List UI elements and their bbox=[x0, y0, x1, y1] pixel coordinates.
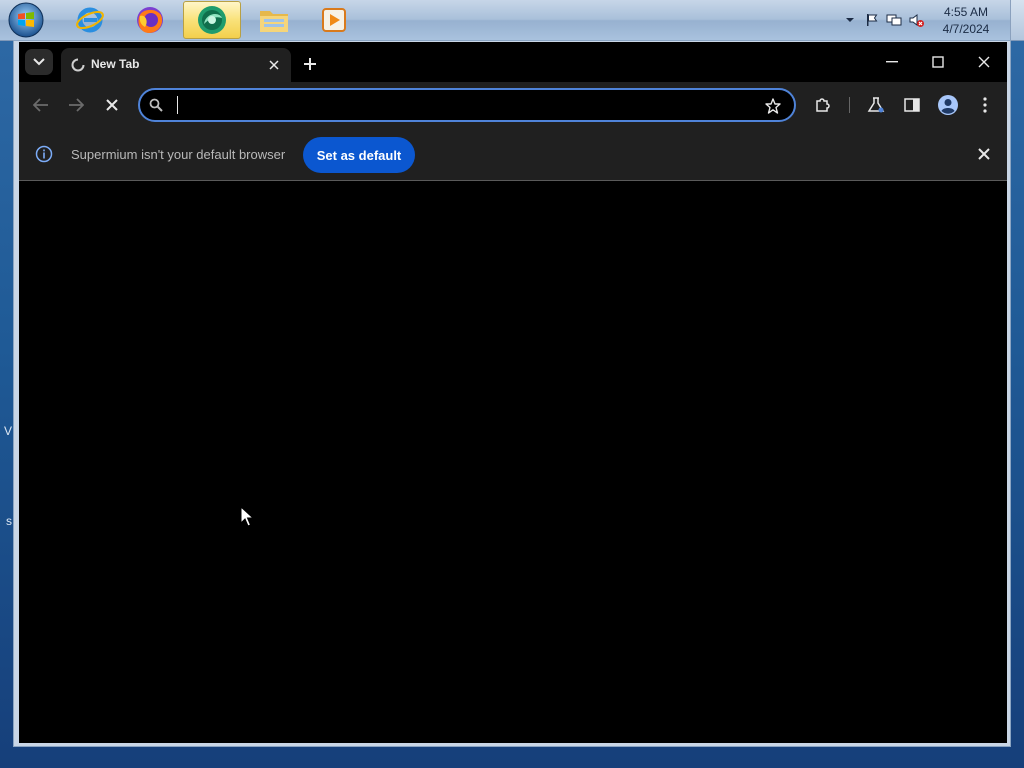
action-center-flag-icon[interactable] bbox=[864, 12, 880, 28]
firefox-icon bbox=[137, 7, 163, 33]
minimize-icon bbox=[886, 61, 898, 63]
taskbar-file-explorer[interactable] bbox=[245, 1, 303, 39]
extensions-button[interactable] bbox=[809, 91, 837, 119]
forward-button[interactable] bbox=[61, 90, 91, 120]
maximize-button[interactable] bbox=[916, 48, 960, 76]
star-icon bbox=[765, 98, 781, 114]
taskbar-firefox[interactable] bbox=[121, 1, 179, 39]
system-clock[interactable]: 4:55 AM 4/7/2024 bbox=[934, 4, 998, 38]
back-button[interactable] bbox=[26, 90, 56, 120]
chevron-down-icon bbox=[33, 58, 45, 66]
browser-frame: New Tab Supermium isn't your default bro… bbox=[19, 42, 1007, 743]
stop-loading-button[interactable] bbox=[97, 90, 127, 120]
minimize-button[interactable] bbox=[870, 48, 914, 76]
chevron-up-icon[interactable] bbox=[842, 12, 858, 28]
taskbar-internet-explorer[interactable] bbox=[61, 1, 119, 39]
text-caret bbox=[177, 96, 178, 114]
tab-close-button[interactable] bbox=[265, 56, 283, 74]
window-close-button[interactable] bbox=[962, 48, 1006, 76]
windows-orb-icon bbox=[8, 2, 44, 38]
infobar-close-button[interactable] bbox=[975, 145, 993, 163]
forward-arrow-icon bbox=[69, 98, 84, 112]
desktop-icon-label-fragment: s bbox=[6, 514, 12, 528]
tab-new-tab[interactable]: New Tab bbox=[61, 48, 291, 82]
address-bar[interactable] bbox=[138, 88, 796, 122]
labs-button[interactable] bbox=[862, 91, 890, 119]
side-panel-icon bbox=[904, 98, 920, 112]
tab-strip: New Tab bbox=[19, 42, 1007, 82]
close-icon bbox=[978, 148, 990, 160]
set-as-default-button[interactable]: Set as default bbox=[303, 137, 415, 173]
close-icon bbox=[269, 60, 279, 70]
toolbar-separator bbox=[849, 97, 850, 113]
clock-time: 4:55 AM bbox=[943, 5, 989, 19]
profile-avatar-icon bbox=[938, 95, 958, 115]
loading-favicon-icon bbox=[71, 58, 85, 72]
supermium-icon bbox=[198, 6, 226, 34]
address-input[interactable] bbox=[174, 94, 758, 118]
stop-loading-icon bbox=[106, 99, 118, 111]
browser-toolbar bbox=[19, 82, 1007, 127]
bookmark-star-button[interactable] bbox=[764, 97, 782, 115]
start-button[interactable] bbox=[6, 1, 46, 39]
show-desktop-button[interactable] bbox=[1010, 0, 1024, 40]
internet-explorer-icon bbox=[76, 7, 104, 33]
network-icon[interactable] bbox=[886, 12, 902, 28]
search-icon bbox=[149, 98, 163, 112]
browser-window: New Tab Supermium isn't your default bro… bbox=[13, 40, 1011, 747]
taskbar-supermium[interactable] bbox=[183, 1, 241, 39]
system-tray: 4:55 AM 4/7/2024 bbox=[834, 0, 1024, 40]
page-content[interactable] bbox=[19, 181, 1007, 743]
desktop-icon-label-fragment: V bbox=[4, 424, 13, 438]
labs-flask-icon bbox=[867, 97, 885, 113]
info-icon bbox=[35, 145, 53, 163]
more-menu-icon bbox=[983, 97, 987, 113]
extensions-icon bbox=[816, 98, 830, 112]
maximize-icon bbox=[932, 56, 944, 68]
volume-muted-icon[interactable] bbox=[908, 12, 924, 28]
tab-search-button[interactable] bbox=[25, 49, 53, 75]
profile-button[interactable] bbox=[934, 91, 962, 119]
taskbar-media-player[interactable] bbox=[305, 1, 363, 39]
plus-icon bbox=[304, 58, 316, 70]
media-player-icon bbox=[322, 8, 346, 32]
taskbar: 4:55 AM 4/7/2024 bbox=[0, 0, 1024, 41]
clock-date: 4/7/2024 bbox=[942, 22, 990, 36]
mouse-pointer-icon bbox=[240, 506, 254, 527]
new-tab-button[interactable] bbox=[299, 53, 321, 75]
close-icon bbox=[978, 56, 990, 68]
default-browser-infobar: Supermium isn't your default browser Set… bbox=[19, 127, 1007, 181]
more-menu-button[interactable] bbox=[971, 91, 999, 119]
tab-title: New Tab bbox=[91, 57, 140, 71]
infobar-message: Supermium isn't your default browser bbox=[71, 147, 286, 162]
back-arrow-icon bbox=[33, 98, 48, 112]
side-panel-button[interactable] bbox=[898, 91, 926, 119]
file-explorer-icon bbox=[260, 11, 288, 32]
